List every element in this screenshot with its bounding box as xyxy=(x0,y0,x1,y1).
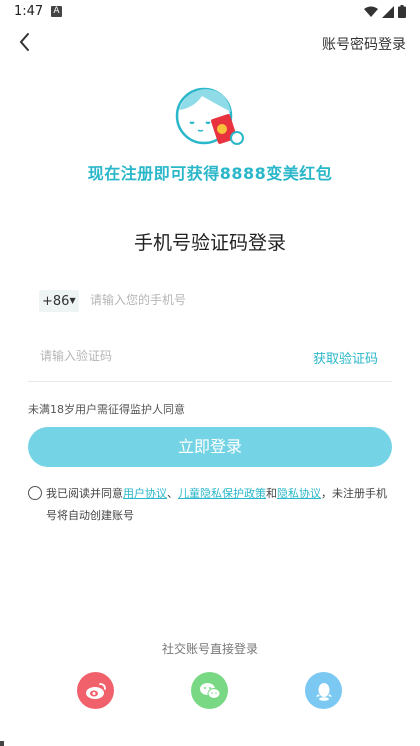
status-bar: 1:47 A xyxy=(0,0,420,24)
country-code-label: +86 xyxy=(42,294,70,309)
agreement-prefix: 我已阅读并同意 xyxy=(46,487,123,500)
child-privacy-link[interactable]: 儿童隐私保护政策 xyxy=(178,487,266,500)
code-input[interactable] xyxy=(40,344,280,368)
phone-input[interactable] xyxy=(90,288,380,312)
login-button[interactable]: 立即登录 xyxy=(28,427,392,467)
signal-icon xyxy=(382,5,394,18)
status-time: 1:47 xyxy=(14,4,44,19)
mascot-illustration xyxy=(175,87,244,145)
qq-icon xyxy=(315,682,332,701)
chevron-left-icon xyxy=(19,33,29,51)
caret-down-icon: ▼ xyxy=(69,296,76,305)
password-login-link[interactable]: 账号密码登录 xyxy=(322,34,406,54)
qq-login-button[interactable] xyxy=(305,672,342,709)
back-button[interactable] xyxy=(14,30,38,54)
get-code-button[interactable]: 获取验证码 xyxy=(313,348,378,367)
agreement-sep2: 和 xyxy=(266,487,277,500)
minor-notice: 未满18岁用户需征得监护人同意 xyxy=(28,403,185,416)
agreement: 我已阅读并同意用户协议、儿童隐私保护政策和隐私协议，未注册手机号将自动创建账号 xyxy=(28,483,392,527)
bottom-marker xyxy=(0,741,4,746)
page-title: 手机号验证码登录 xyxy=(133,232,286,254)
user-agreement-link[interactable]: 用户协议 xyxy=(123,487,167,500)
phone-row: +86▼ xyxy=(28,288,392,316)
country-code-selector[interactable]: +86▼ xyxy=(39,290,79,312)
code-row: 获取验证码 xyxy=(28,342,392,382)
promo-text: 现在注册即可获得8888变美红包 xyxy=(87,164,333,183)
weibo-login-button[interactable] xyxy=(77,672,114,709)
wifi-icon xyxy=(364,6,378,17)
social-login-title: 社交账号直接登录 xyxy=(161,642,258,656)
notification-icon: A xyxy=(51,6,62,17)
wechat-icon xyxy=(199,682,220,699)
agreement-text: 我已阅读并同意用户协议、儿童隐私保护政策和隐私协议，未注册手机号将自动创建账号 xyxy=(28,483,392,527)
status-icons xyxy=(364,5,406,18)
battery-icon xyxy=(398,5,406,18)
weibo-icon xyxy=(85,682,106,699)
agreement-checkbox[interactable] xyxy=(28,486,42,500)
privacy-link[interactable]: 隐私协议 xyxy=(277,487,321,500)
wechat-login-button[interactable] xyxy=(191,672,228,709)
agreement-sep1: 、 xyxy=(167,487,178,500)
